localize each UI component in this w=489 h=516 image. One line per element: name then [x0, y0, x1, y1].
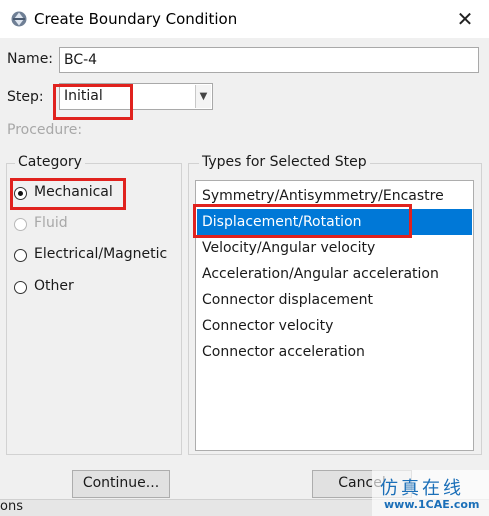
- list-item[interactable]: Connector velocity: [197, 313, 472, 339]
- watermark-text: 仿真在线: [380, 478, 464, 499]
- list-item[interactable]: Symmetry/Antisymmetry/Encastre: [197, 183, 472, 209]
- radio-button[interactable]: [14, 281, 27, 294]
- radio-fluid: Fluid: [14, 215, 174, 237]
- category-group: [6, 163, 182, 455]
- types-listbox[interactable]: Symmetry/Antisymmetry/Encastre Displacem…: [195, 180, 474, 451]
- name-field[interactable]: BC-4: [59, 47, 479, 73]
- list-item[interactable]: Velocity/Angular velocity: [197, 235, 472, 261]
- radio-button-disabled: [14, 218, 27, 231]
- radio-label-fluid: Fluid: [34, 215, 68, 231]
- step-select[interactable]: Initial ▼: [59, 83, 213, 110]
- radio-mechanical[interactable]: Mechanical: [14, 184, 174, 206]
- abaqus-app-icon: [11, 11, 27, 27]
- types-legend: Types for Selected Step: [199, 154, 370, 170]
- name-label: Name:: [7, 51, 54, 67]
- list-item[interactable]: Connector acceleration: [197, 339, 472, 365]
- title-bar: Create Boundary Condition ✕: [0, 0, 489, 38]
- close-icon[interactable]: ✕: [454, 8, 476, 30]
- procedure-label: Procedure:: [7, 122, 83, 138]
- radio-electrical-magnetic[interactable]: Electrical/Magnetic: [14, 246, 179, 268]
- radio-button[interactable]: [14, 249, 27, 262]
- continue-button[interactable]: Continue...: [72, 470, 170, 498]
- background-partial-text: ons: [0, 499, 23, 514]
- step-selected-value: Initial: [64, 88, 103, 104]
- list-item-selected[interactable]: Displacement/Rotation: [197, 209, 472, 235]
- list-item[interactable]: Acceleration/Angular acceleration: [197, 261, 472, 287]
- radio-label-mechanical: Mechanical: [34, 184, 113, 200]
- radio-label-other: Other: [34, 278, 74, 294]
- window-title: Create Boundary Condition: [34, 10, 238, 28]
- category-legend: Category: [15, 154, 85, 170]
- radio-other[interactable]: Other: [14, 278, 174, 300]
- radio-button-checked[interactable]: [14, 187, 27, 200]
- chevron-down-icon[interactable]: ▼: [195, 85, 211, 108]
- watermark: 仿真在线 www.1CAE.com: [372, 470, 489, 516]
- step-label: Step:: [7, 89, 44, 105]
- radio-label-electrical-magnetic: Electrical/Magnetic: [34, 246, 168, 262]
- list-item[interactable]: Connector displacement: [197, 287, 472, 313]
- watermark-url: www.1CAE.com: [384, 498, 480, 511]
